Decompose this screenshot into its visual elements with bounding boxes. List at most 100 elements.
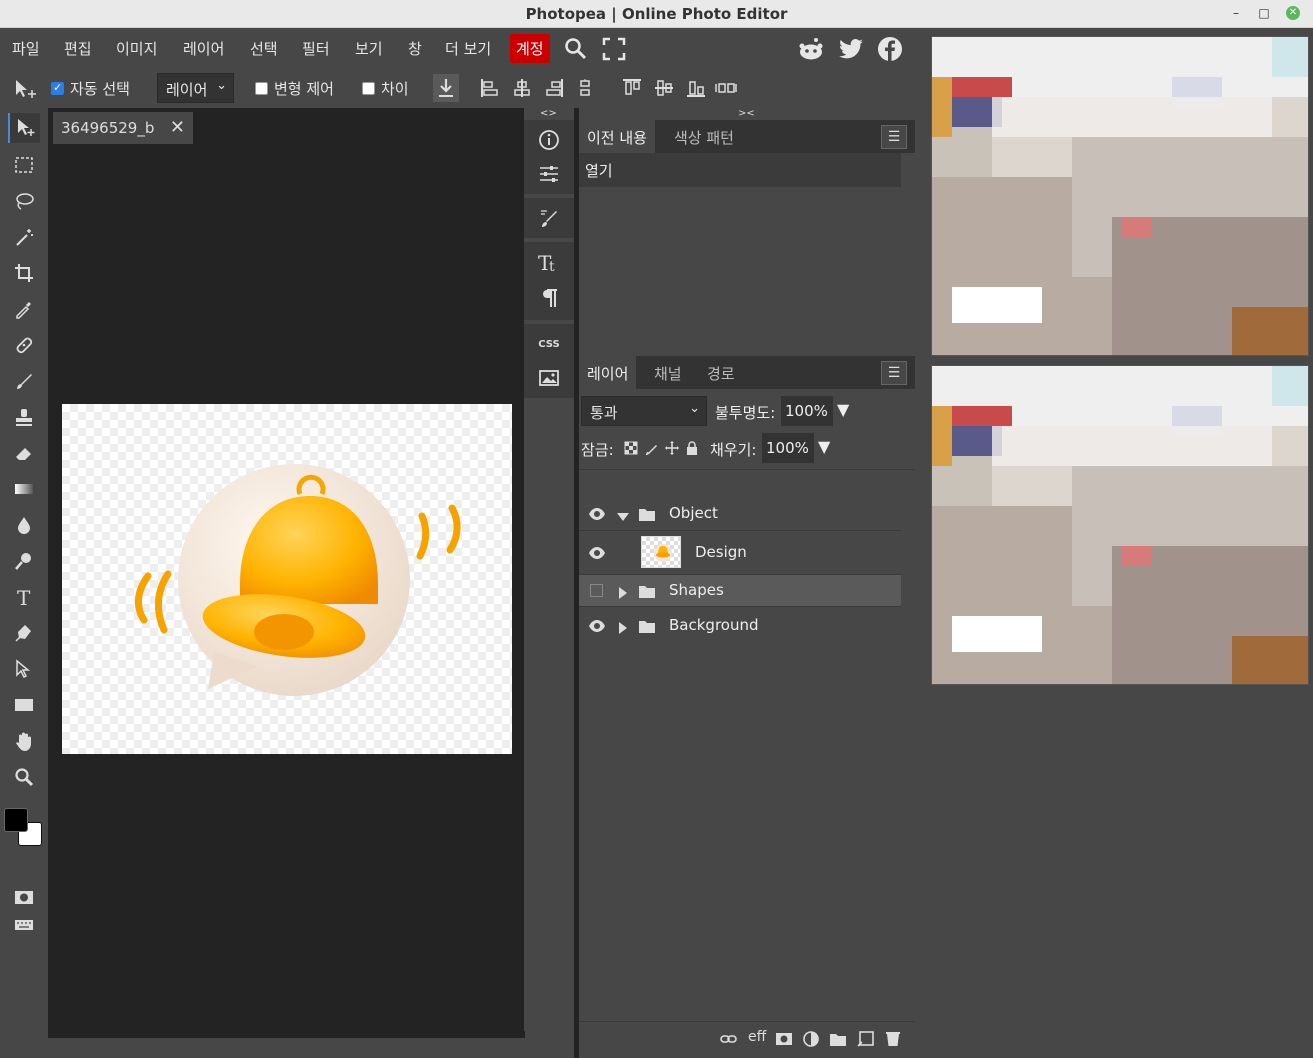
- move-tool-button[interactable]: [8, 113, 40, 143]
- brush-settings-icon[interactable]: [537, 206, 561, 230]
- expand-panels-toggle[interactable]: ><: [738, 108, 755, 119]
- menu-more[interactable]: 더 보기: [445, 38, 491, 59]
- align-right-icon[interactable]: [544, 78, 564, 98]
- maximize-button[interactable]: □: [1257, 6, 1271, 20]
- new-layer-icon[interactable]: [857, 1030, 875, 1048]
- opacity-dropdown-icon[interactable]: ▼: [837, 400, 849, 419]
- new-group-icon[interactable]: [829, 1030, 847, 1048]
- delete-layer-icon[interactable]: [884, 1030, 902, 1048]
- layers-panel-menu-button[interactable]: ☰: [881, 361, 907, 385]
- search-icon[interactable]: [563, 36, 589, 62]
- layer-row-background[interactable]: Background: [579, 609, 901, 643]
- foreground-color-swatch[interactable]: [4, 808, 28, 832]
- tab-paths[interactable]: 경로: [699, 356, 743, 389]
- image-canvas[interactable]: [62, 404, 512, 754]
- type-tool-icon[interactable]: T: [8, 582, 40, 612]
- visibility-eye-icon[interactable]: [588, 617, 606, 635]
- paragraph-icon[interactable]: [537, 286, 561, 310]
- menu-image[interactable]: 이미지: [116, 38, 157, 59]
- menu-view[interactable]: 보기: [355, 38, 383, 59]
- color-swatches[interactable]: [4, 808, 46, 852]
- pen-tool-icon[interactable]: [8, 618, 40, 648]
- character-icon[interactable]: Tt: [537, 250, 561, 274]
- layer-mask-icon[interactable]: [775, 1030, 793, 1048]
- transform-controls-checkbox[interactable]: [255, 82, 268, 95]
- auto-select-checkbox[interactable]: [51, 81, 64, 95]
- menu-filter[interactable]: 필터: [302, 38, 330, 59]
- distribute-horizontal-icon[interactable]: [576, 78, 596, 98]
- expand-caret-right-icon[interactable]: [617, 585, 629, 599]
- expand-caret-down-icon[interactable]: [617, 509, 629, 521]
- tab-layers[interactable]: 레이어: [579, 356, 637, 389]
- menu-layer[interactable]: 레이어: [183, 38, 224, 59]
- gradient-tool-icon[interactable]: [8, 474, 40, 504]
- distribute-vertical-icon[interactable]: [714, 78, 738, 98]
- account-button[interactable]: 계정: [510, 34, 550, 63]
- visibility-eye-icon[interactable]: [588, 544, 606, 562]
- image-icon[interactable]: [537, 366, 561, 390]
- blend-mode-dropdown[interactable]: 통과 ⌄: [581, 396, 707, 426]
- path-selection-tool-icon[interactable]: [8, 654, 40, 684]
- quick-mask-icon[interactable]: [8, 882, 40, 912]
- lock-position-icon[interactable]: [665, 441, 679, 455]
- tab-history[interactable]: 이전 내용: [579, 120, 655, 153]
- lasso-tool-icon[interactable]: [8, 186, 40, 216]
- history-item-open[interactable]: 열기: [579, 153, 901, 187]
- align-middle-icon[interactable]: [654, 78, 674, 98]
- download-button[interactable]: [433, 74, 459, 102]
- hand-tool-icon[interactable]: [8, 726, 40, 756]
- menu-window[interactable]: 창: [408, 38, 422, 59]
- align-left-icon[interactable]: [480, 78, 500, 98]
- menu-edit[interactable]: 편집: [64, 38, 92, 59]
- adjustment-layer-icon[interactable]: [802, 1030, 820, 1048]
- document-tab[interactable]: 36496529_b ✕: [53, 112, 193, 144]
- distances-checkbox[interactable]: [362, 82, 375, 95]
- align-top-icon[interactable]: [622, 78, 642, 98]
- minimize-button[interactable]: –: [1229, 6, 1243, 20]
- marquee-tool-icon[interactable]: [8, 150, 40, 180]
- tab-channels[interactable]: 채널: [646, 356, 690, 389]
- auto-select-target-dropdown[interactable]: 레이어 ⌄: [157, 73, 234, 103]
- clone-stamp-tool-icon[interactable]: [8, 402, 40, 432]
- dodge-tool-icon[interactable]: [8, 546, 40, 576]
- layer-effects-button[interactable]: eff: [748, 1029, 772, 1047]
- fullscreen-icon[interactable]: [601, 36, 627, 62]
- visibility-toggle-off[interactable]: [590, 584, 603, 597]
- magic-wand-tool-icon[interactable]: [8, 222, 40, 252]
- healing-brush-tool-icon[interactable]: [8, 330, 40, 360]
- layer-row-object[interactable]: Object: [579, 497, 901, 531]
- brush-tool-icon[interactable]: [8, 366, 40, 396]
- tab-swatches[interactable]: 색상 패턴: [666, 120, 742, 153]
- close-icon[interactable]: ✕: [170, 117, 185, 138]
- lock-all-icon[interactable]: [685, 441, 699, 455]
- crop-tool-icon[interactable]: [8, 258, 40, 288]
- info-icon[interactable]: [537, 128, 561, 152]
- facebook-icon[interactable]: [877, 36, 903, 62]
- align-bottom-icon[interactable]: [686, 78, 706, 98]
- layer-row-design[interactable]: Design: [579, 531, 901, 575]
- history-panel-menu-button[interactable]: ☰: [881, 125, 907, 149]
- eyedropper-tool-icon[interactable]: [8, 294, 40, 324]
- keyboard-icon[interactable]: [8, 910, 40, 940]
- menu-select[interactable]: 선택: [250, 38, 278, 59]
- twitter-icon[interactable]: [838, 36, 864, 62]
- zoom-tool-icon[interactable]: [8, 762, 40, 792]
- link-layers-icon[interactable]: [720, 1030, 738, 1048]
- visibility-eye-icon[interactable]: [588, 505, 606, 523]
- lock-transparency-icon[interactable]: [624, 441, 638, 455]
- align-center-icon[interactable]: [512, 78, 532, 98]
- adjustments-icon[interactable]: [537, 162, 561, 186]
- expand-caret-right-icon[interactable]: [617, 620, 629, 634]
- close-window-button[interactable]: ✕: [1286, 6, 1300, 20]
- menu-file[interactable]: 파일: [12, 38, 40, 59]
- css-panel-button[interactable]: CSS: [537, 332, 561, 356]
- eraser-tool-icon[interactable]: [8, 438, 40, 468]
- fill-dropdown-icon[interactable]: ▼: [818, 437, 830, 456]
- blur-tool-icon[interactable]: [8, 510, 40, 540]
- lock-pixels-icon[interactable]: [645, 441, 659, 455]
- layer-row-shapes[interactable]: Shapes: [579, 575, 901, 607]
- opacity-input[interactable]: 100%: [781, 396, 833, 426]
- rectangle-tool-icon[interactable]: [8, 690, 40, 720]
- reddit-icon[interactable]: [797, 36, 823, 62]
- collapse-panels-toggle[interactable]: <>: [540, 108, 557, 119]
